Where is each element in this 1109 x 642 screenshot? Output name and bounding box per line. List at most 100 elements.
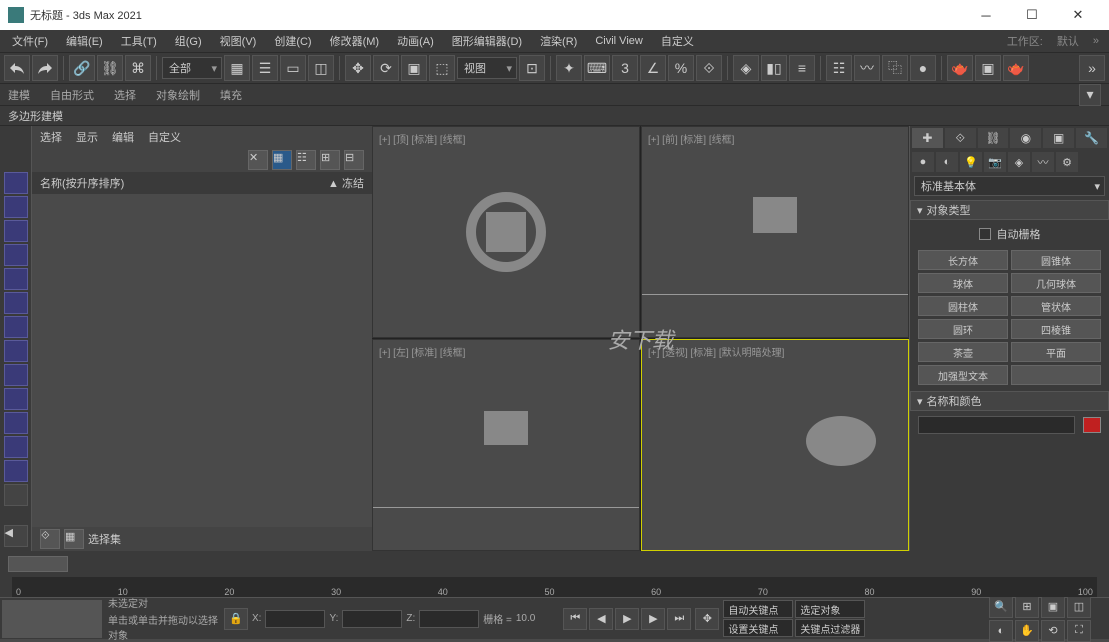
snap-toggle-button[interactable]: 3 (612, 55, 638, 81)
selected-dropdown[interactable]: 选定对象 (795, 600, 865, 618)
use-center-button[interactable]: ⊡ (519, 55, 545, 81)
geosphere-button[interactable]: 几何球体 (1011, 273, 1101, 293)
goto-start-button[interactable]: ⏮ (563, 608, 587, 630)
utilities-tab[interactable]: 🔧 (1076, 128, 1107, 148)
viewport-perspective[interactable]: [+] [透视] [标准] [默认明暗处理] (641, 339, 909, 551)
motion-tab[interactable]: ◉ (1010, 128, 1041, 148)
percent-snap-button[interactable]: % (668, 55, 694, 81)
menu-animation[interactable]: 动画(A) (389, 31, 442, 51)
menu-render[interactable]: 渲染(R) (532, 31, 585, 51)
geometry-icon[interactable]: ● (912, 152, 934, 172)
angle-snap-button[interactable]: ∠ (640, 55, 666, 81)
ribbon-tab-populate[interactable]: 填充 (220, 87, 242, 103)
left-tool-12[interactable] (4, 436, 28, 458)
left-tool-14[interactable] (4, 484, 28, 506)
select-name-button[interactable]: ☰ (252, 55, 278, 81)
scene-list[interactable] (32, 194, 372, 527)
scene-bottom-tool-2[interactable]: ▦ (64, 529, 84, 549)
menu-edit[interactable]: 编辑(E) (58, 31, 111, 51)
ribbon-tab-paint[interactable]: 对象绘制 (156, 87, 200, 103)
layer-button[interactable]: ☷ (826, 55, 852, 81)
textplus-button[interactable]: 加强型文本 (918, 365, 1008, 385)
ribbon-tab-freeform[interactable]: 自由形式 (50, 87, 94, 103)
scene-tool-5[interactable]: ⊟ (344, 150, 364, 170)
bind-button[interactable]: ⌘ (125, 55, 151, 81)
display-tab[interactable]: ▣ (1043, 128, 1074, 148)
left-tool-9[interactable] (4, 364, 28, 386)
left-tool-6[interactable] (4, 292, 28, 314)
menu-graph[interactable]: 图形编辑器(D) (444, 31, 530, 51)
render-frame-button[interactable]: ▣ (975, 55, 1001, 81)
menu-group[interactable]: 组(G) (167, 31, 210, 51)
helpers-icon[interactable]: ◈ (1008, 152, 1030, 172)
scene-tab-display[interactable]: 显示 (76, 129, 98, 145)
placement-button[interactable]: ⬚ (429, 55, 455, 81)
left-tool-5[interactable] (4, 268, 28, 290)
menu-civil[interactable]: Civil View (587, 33, 650, 49)
unlink-button[interactable]: ⛓ (97, 55, 123, 81)
y-coord-input[interactable] (342, 610, 402, 628)
cone-button[interactable]: 圆锥体 (1011, 250, 1101, 270)
menu-modifiers[interactable]: 修改器(M) (322, 31, 388, 51)
autogrid-checkbox[interactable] (979, 228, 991, 240)
render-setup-button[interactable]: 🫖 (947, 55, 973, 81)
maxscript-mini[interactable] (2, 600, 102, 638)
scene-tool-3[interactable]: ☷ (296, 150, 316, 170)
coord-system[interactable]: 视图 (457, 57, 517, 79)
viewport-top-label[interactable]: [+] [顶] [标准] [线框] (379, 131, 465, 146)
shapes-icon[interactable]: ◐ (936, 152, 958, 172)
scene-tool-2[interactable]: ▦ (272, 150, 292, 170)
scale-button[interactable]: ▣ (401, 55, 427, 81)
schematic-button[interactable]: ⿻ (882, 55, 908, 81)
cameras-icon[interactable]: 📷 (984, 152, 1006, 172)
zoom-extents-button[interactable]: ▣ (1041, 596, 1065, 618)
left-tool-2[interactable] (4, 196, 28, 218)
x-coord-input[interactable] (265, 610, 325, 628)
teapot-button[interactable]: 茶壶 (918, 342, 1008, 362)
modify-tab[interactable]: ⟐ (945, 128, 976, 148)
left-tool-10[interactable] (4, 388, 28, 410)
zoom-button[interactable]: 🔍 (989, 596, 1013, 618)
tube-button[interactable]: 管状体 (1011, 296, 1101, 316)
window-crossing-button[interactable]: ◫ (308, 55, 334, 81)
scene-bottom-tool-1[interactable]: ⟐ (40, 529, 60, 549)
material-button[interactable]: ● (910, 55, 936, 81)
workspace-selector[interactable]: 默认 (1051, 33, 1085, 49)
cylinder-button[interactable]: 圆柱体 (918, 296, 1008, 316)
prev-frame-button[interactable]: ◀ (589, 608, 613, 630)
selection-filter[interactable]: 全部 (162, 57, 222, 79)
spinner-snap-button[interactable]: ⟐ (696, 55, 722, 81)
menu-tools[interactable]: 工具(T) (113, 31, 165, 51)
color-swatch[interactable] (1083, 417, 1101, 433)
left-tool-4[interactable] (4, 244, 28, 266)
pan-button[interactable]: ✋ (1015, 620, 1039, 642)
zoom-all-button[interactable]: ⊞ (1015, 596, 1039, 618)
hierarchy-tab[interactable]: ⛓ (978, 128, 1009, 148)
undo-button[interactable] (4, 55, 30, 81)
fov-button[interactable]: ◐ (989, 620, 1013, 642)
primitive-dropdown[interactable]: 标准基本体 (914, 176, 1105, 196)
sphere-button[interactable]: 球体 (918, 273, 1008, 293)
move-button[interactable]: ✥ (345, 55, 371, 81)
autokey-button[interactable]: 自动关键点 (723, 600, 793, 618)
viewport-front[interactable]: [+] [前] [标准] [线框] (641, 126, 909, 338)
menu-custom[interactable]: 自定义 (653, 31, 702, 51)
time-slider-handle[interactable] (8, 556, 68, 572)
menu-view[interactable]: 视图(V) (212, 31, 265, 51)
mirror-button[interactable]: ▮▯ (761, 55, 787, 81)
systems-icon[interactable]: ⚙ (1056, 152, 1078, 172)
select-region-button[interactable]: ▭ (280, 55, 306, 81)
left-tool-3[interactable] (4, 220, 28, 242)
rollout-object-type[interactable]: 对象类型 (910, 200, 1109, 220)
close-button[interactable]: ✕ (1055, 0, 1101, 30)
left-tool-11[interactable] (4, 412, 28, 434)
ribbon-tab-selection[interactable]: 选择 (114, 87, 136, 103)
scene-tab-select[interactable]: 选择 (40, 129, 62, 145)
left-tool-1[interactable] (4, 172, 28, 194)
align-button[interactable]: ≡ (789, 55, 815, 81)
keyboard-button[interactable]: ⌨ (584, 55, 610, 81)
menu-file[interactable]: 文件(F) (4, 31, 56, 51)
plane-button[interactable]: 平面 (1011, 342, 1101, 362)
viewport-left[interactable]: [+] [左] [标准] [线框] (372, 339, 640, 551)
play-button[interactable]: ▶ (615, 608, 639, 630)
